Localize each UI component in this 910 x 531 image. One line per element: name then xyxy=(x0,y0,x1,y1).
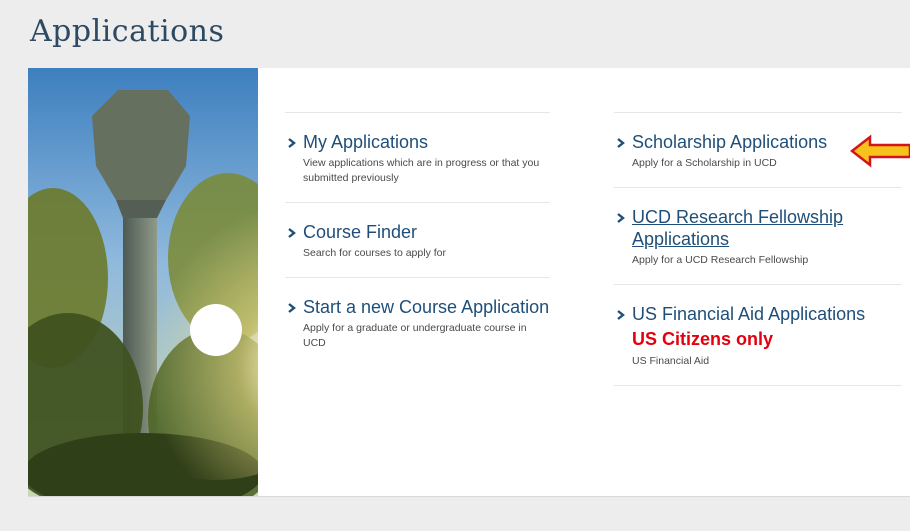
list-item-us-financial-aid: US Financial Aid Applications US Citizen… xyxy=(614,284,902,386)
new-course-application-link[interactable]: Start a new Course Application xyxy=(303,296,550,318)
arrow-left-icon xyxy=(850,134,910,168)
chevron-right-icon xyxy=(617,213,625,223)
new-course-application-description: Apply for a graduate or undergraduate co… xyxy=(303,322,527,349)
research-fellowship-link[interactable]: UCD Research Fellowship Applications xyxy=(632,206,902,250)
water-tower-photo xyxy=(28,68,258,496)
list-item-new-course-application: Start a new Course Application Apply for… xyxy=(285,277,550,367)
us-financial-aid-description: US Financial Aid xyxy=(632,355,710,367)
us-citizens-only-note: US Citizens only xyxy=(632,329,774,349)
left-column: My Applications View applications which … xyxy=(285,112,550,367)
research-fellowship-description: Apply for a UCD Research Fellowship xyxy=(632,254,809,266)
chevron-right-icon xyxy=(617,138,625,148)
list-item-research-fellowship: UCD Research Fellowship Applications App… xyxy=(614,187,902,284)
my-applications-description: View applications which are in progress … xyxy=(303,157,540,184)
course-finder-description: Search for courses to apply for xyxy=(303,247,446,259)
applications-panel: My Applications View applications which … xyxy=(28,68,910,497)
course-finder-link[interactable]: Course Finder xyxy=(303,221,550,243)
us-financial-aid-link[interactable]: US Financial Aid Applications xyxy=(632,303,902,325)
my-applications-link[interactable]: My Applications xyxy=(303,131,550,153)
chevron-right-icon xyxy=(617,310,625,320)
chevron-right-icon xyxy=(288,138,296,148)
page-title: Applications xyxy=(30,14,225,49)
list-item-course-finder: Course Finder Search for courses to appl… xyxy=(285,202,550,277)
chevron-right-icon xyxy=(288,303,296,313)
chevron-right-icon xyxy=(288,228,296,238)
list-item-my-applications: My Applications View applications which … xyxy=(285,112,550,202)
